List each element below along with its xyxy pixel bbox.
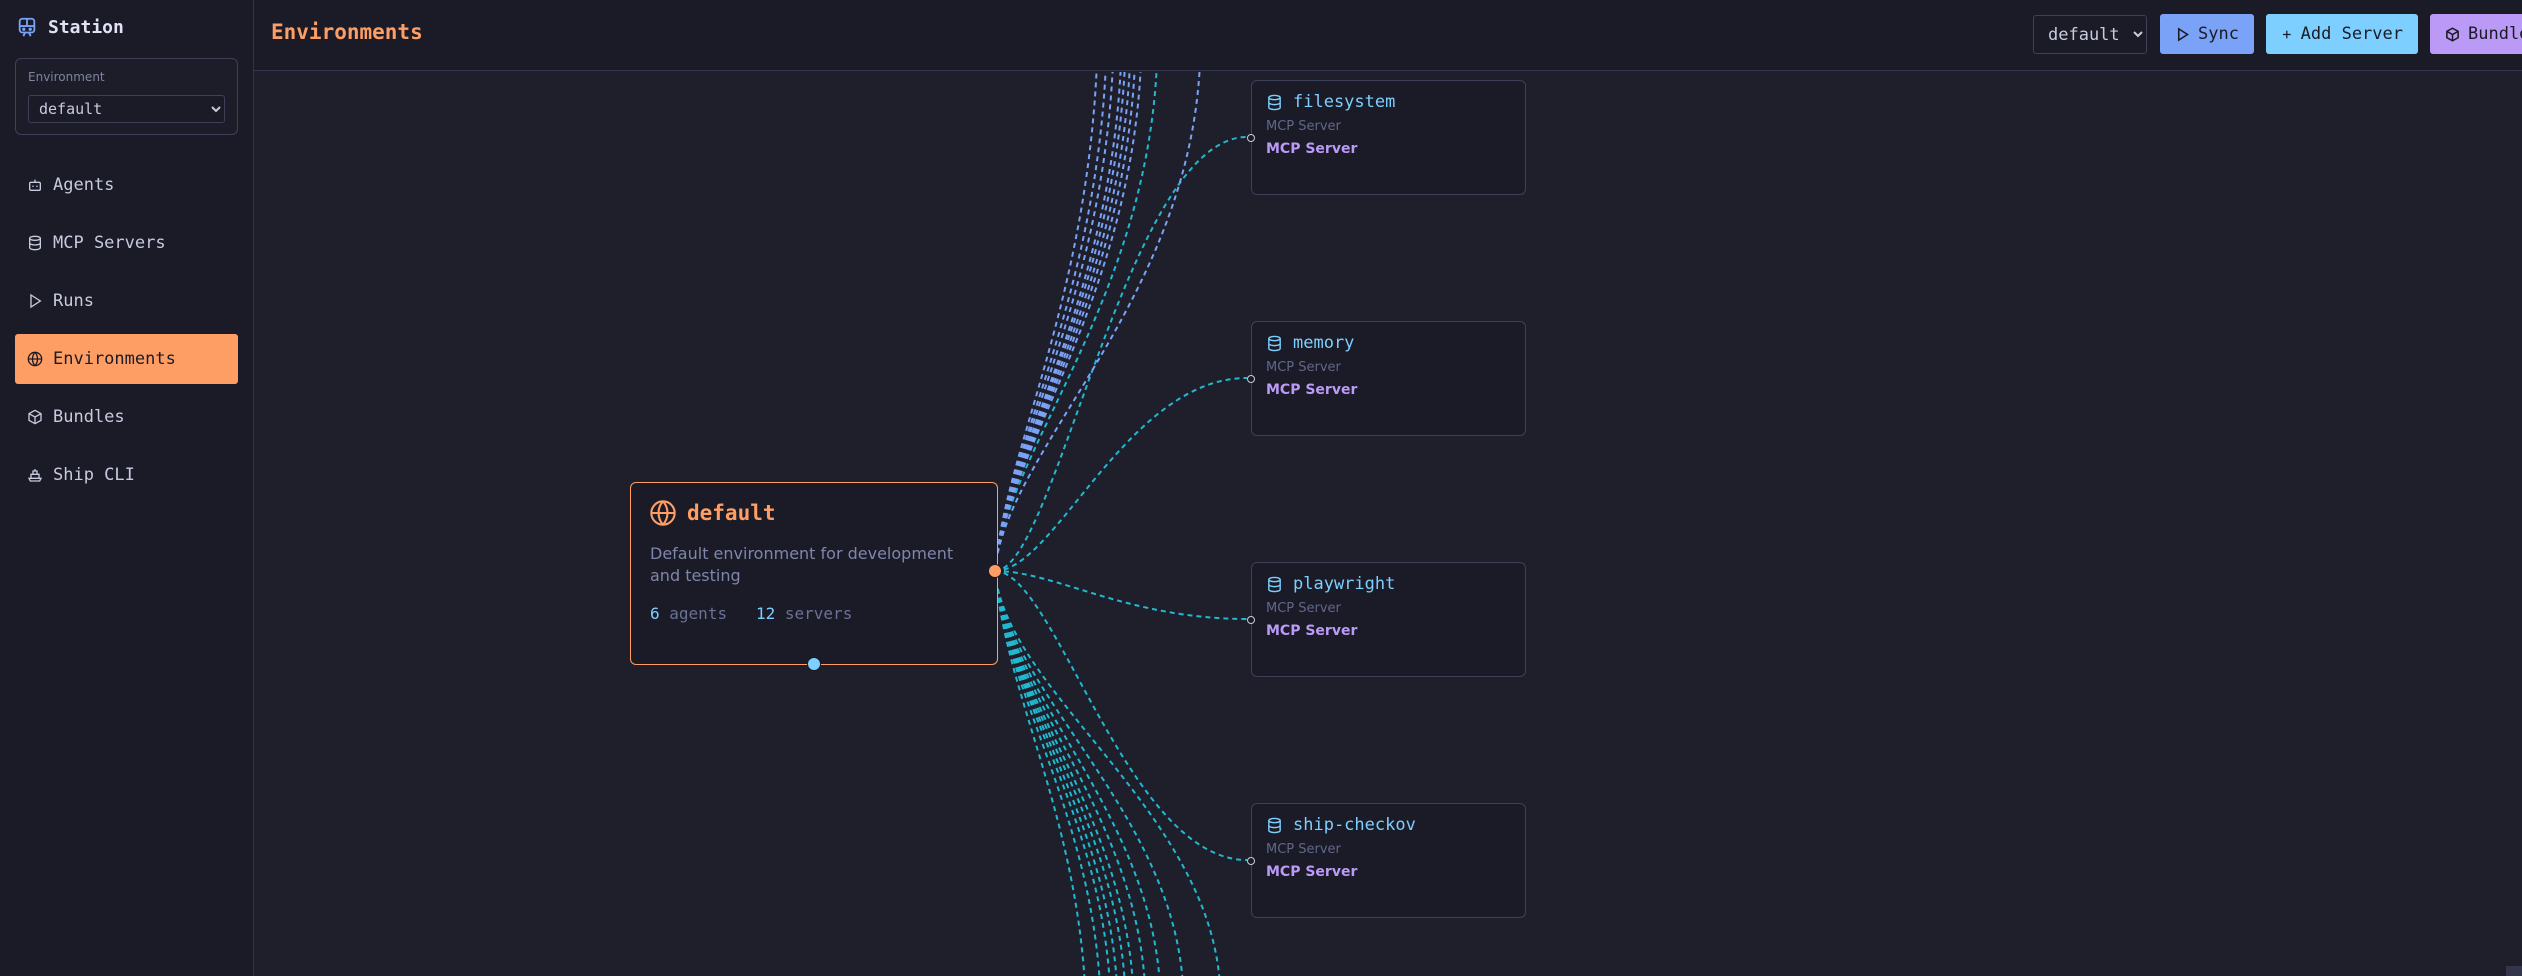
station-train-icon [18,17,36,37]
server-node-name: memory [1293,333,1355,353]
server-node-memory[interactable]: memory MCP Server MCP Server [1247,321,1526,436]
offscreen-edge [994,72,1122,572]
server-node-subtitle: MCP Server [1266,119,1341,134]
environment-select[interactable]: default [28,95,225,123]
plus-icon [2282,30,2291,38]
brand: Station [16,14,124,40]
add-server-label: Add Server [2300,24,2403,44]
agents-count: 6 [650,604,660,623]
sidebar-item-bundles[interactable]: Bundles [15,392,238,442]
page-title: Environments [271,20,423,44]
sidebar-item-runs[interactable]: Runs [15,276,238,326]
sidebar-item-label: Ship CLI [53,465,135,485]
environment-label: Environment [28,70,105,84]
play-icon [2177,26,2189,42]
database-icon [1268,94,1281,110]
ship-icon [27,469,43,482]
offscreen-edge [994,72,1158,572]
sidebar-item-ship-cli[interactable]: Ship CLI [15,450,238,500]
servers-count: 12 [755,604,776,623]
server-node-subtitle: MCP Server [1266,842,1341,857]
server-node-subtitle: MCP Server [1266,360,1341,375]
sidebar-item-label: Bundles [53,407,125,427]
servers-label: servers [784,604,853,623]
globe-icon [650,500,676,526]
page-header: Environments default Sync Add Server Bun… [254,0,2522,71]
server-node-subtitle: MCP Server [1266,601,1341,616]
server-node-title: filesystem [1266,92,1395,112]
offscreen-edge [994,72,1126,572]
server-node-title: playwright [1266,574,1395,594]
environment-node-description: Default environment for development and … [650,544,954,585]
offscreen-edge [994,72,1201,572]
environment-node[interactable]: default Default environment for developm… [630,482,998,665]
environment-bottom-handle[interactable] [807,657,821,671]
server-edge [994,570,1248,861]
server-node-name: ship-checkov [1293,815,1416,835]
server-node-name: filesystem [1293,92,1396,112]
agents-label: agents [669,604,728,623]
globe-icon [27,351,43,367]
database-icon [29,235,41,251]
environment-node-stats: 6 agents 12 servers [650,604,852,623]
server-node-type: MCP Server [1266,141,1358,157]
server-node-title: memory [1266,333,1354,353]
server-node-type: MCP Server [1266,864,1358,880]
offscreen-edge [994,72,1114,572]
server-edge [994,377,1248,572]
play-icon [30,293,42,309]
server-node-type: MCP Server [1266,382,1358,398]
environment-node-name: default [687,501,776,525]
sidebar-item-label: Environments [53,349,176,369]
bundle-button[interactable]: Bundle [2430,14,2522,54]
offscreen-edge [994,72,1131,572]
graph-canvas[interactable]: default Default environment for developm… [255,72,2522,976]
header-environment-select[interactable]: default [2033,15,2147,54]
server-node-title: ship-checkov [1266,815,1416,835]
database-icon [1268,817,1281,833]
sidebar-nav: Agents MCP Servers Runs Environments Bun… [15,160,238,508]
sidebar-item-label: Runs [53,291,94,311]
offscreen-edge [994,72,1142,572]
server-node-filesystem[interactable]: filesystem MCP Server MCP Server [1247,80,1526,195]
server-input-handle[interactable] [1247,134,1255,142]
bot-icon [29,179,41,191]
server-node-ship-checkov[interactable]: ship-checkov MCP Server MCP Server [1247,803,1526,918]
package-icon [2446,26,2459,42]
server-input-handle[interactable] [1247,375,1255,383]
sidebar-item-environments[interactable]: Environments [15,334,238,384]
offscreen-edge [994,570,1184,976]
sidebar-item-mcp-servers[interactable]: MCP Servers [15,218,238,268]
server-node-playwright[interactable]: playwright MCP Server MCP Server [1247,562,1526,677]
sidebar-item-agents[interactable]: Agents [15,160,238,210]
brand-name: Station [48,16,124,38]
environment-node-header: default [649,499,776,527]
server-input-handle[interactable] [1247,857,1255,865]
bundle-label: Bundle [2468,24,2522,44]
sync-label: Sync [2198,24,2239,44]
server-edge [994,570,1248,620]
canvas-scroll-corner [2506,966,2522,976]
environment-picker: Environment default [15,58,238,135]
database-icon [1268,576,1281,592]
sidebar-item-label: MCP Servers [53,233,166,253]
sidebar-item-label: Agents [53,175,115,195]
environment-output-handle[interactable] [988,564,1002,578]
server-input-handle[interactable] [1247,616,1255,624]
server-node-name: playwright [1293,574,1396,594]
offscreen-edge [994,570,1146,976]
package-icon [28,409,42,425]
sidebar: Station Environment default Agents MCP S… [0,0,254,976]
sync-button[interactable]: Sync [2160,14,2254,54]
add-server-button[interactable]: Add Server [2266,14,2418,54]
server-node-type: MCP Server [1266,623,1358,639]
database-icon [1268,335,1281,351]
